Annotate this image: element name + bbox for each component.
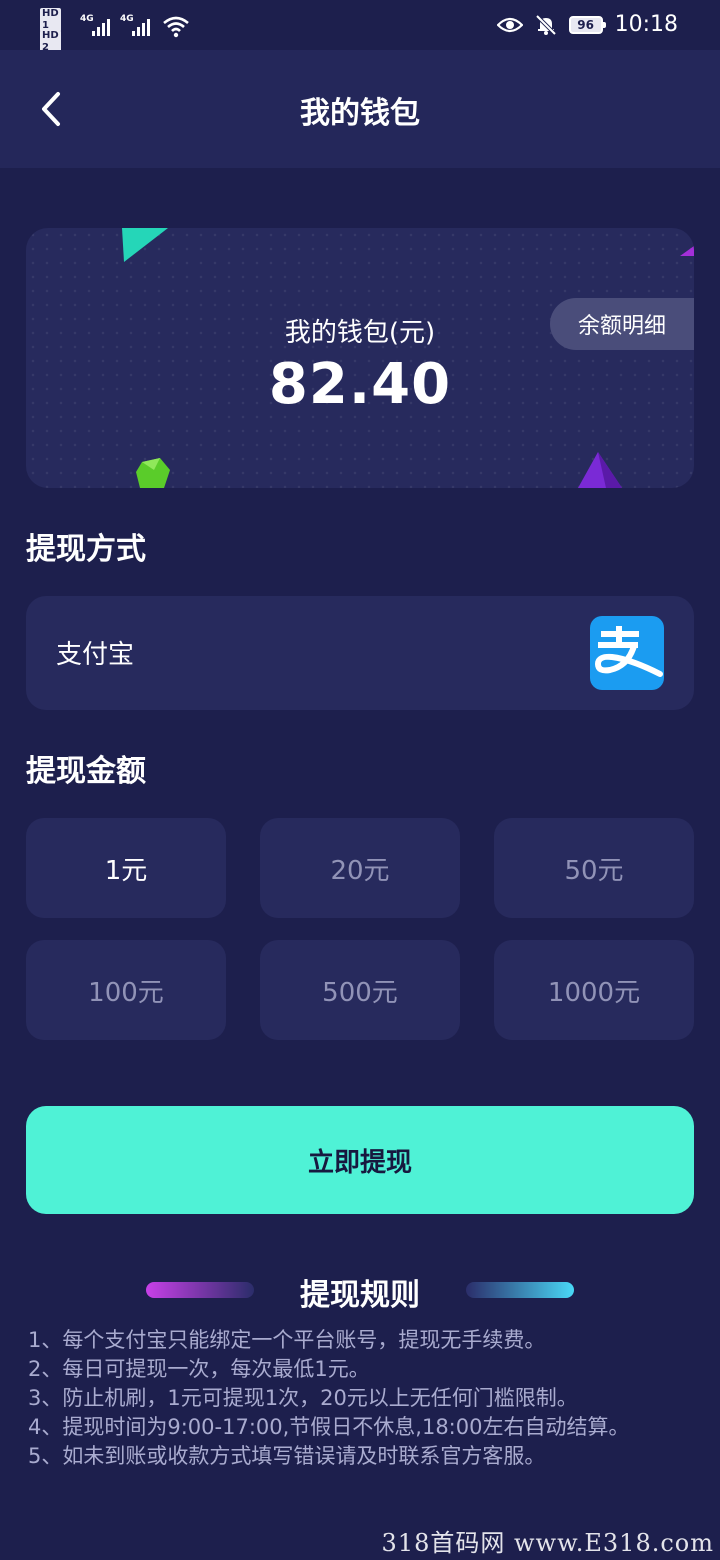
status-right: 96 10:18: [496, 12, 678, 37]
rule-item: 1、每个支付宝只能绑定一个平台账号，提现无手续费。: [28, 1328, 546, 1352]
eye-icon: [496, 17, 523, 32]
teal-triangle-decoration: [122, 228, 168, 262]
withdraw-now-button[interactable]: 立即提现: [26, 1106, 694, 1214]
sim1-badge: HD 1: [40, 8, 61, 32]
rules-title: 提现规则: [300, 1278, 420, 1313]
wallet-card: 我的钱包(元) 82.40 余额明细: [26, 228, 694, 488]
amount-option-1[interactable]: 1元: [26, 818, 226, 918]
withdraw-amount-title: 提现金额: [26, 754, 146, 789]
balance-detail-button[interactable]: 余额明细: [550, 298, 694, 350]
rule-item: 3、防止机刷，1元可提现1次，20元以上无任何门槛限制。: [28, 1386, 578, 1410]
watermark: 318首码网 www.E318.com: [381, 1529, 714, 1557]
rules-list: 1、每个支付宝只能绑定一个平台账号，提现无手续费。 2、每日可提现一次，每次最低…: [28, 1326, 708, 1471]
wifi-icon: [163, 16, 189, 38]
rule-item: 5、如未到账或收款方式填写错误请及时联系官方客服。: [28, 1444, 546, 1468]
battery-indicator: 96: [568, 15, 606, 34]
bell-muted-icon: [535, 14, 557, 35]
alipay-icon: [590, 616, 664, 690]
rule-item: 4、提现时间为9:00-17:00,节假日不休息,18:00左右自动结算。: [28, 1415, 630, 1439]
wallet-balance: 82.40: [268, 352, 452, 417]
status-bar: HD 1 HD 2 4G 4G 96 10:18: [0, 0, 720, 54]
green-gem-decoration: [136, 458, 170, 488]
page-title: 我的钱包: [300, 96, 420, 131]
withdraw-method-title: 提现方式: [26, 532, 146, 567]
amount-option-1000[interactable]: 1000元: [494, 940, 694, 1040]
purple-pyramid-decoration: [578, 452, 622, 488]
amount-option-500[interactable]: 500元: [260, 940, 460, 1040]
signal1-icon: [92, 18, 110, 36]
status-time: 10:18: [614, 12, 678, 37]
rule-item: 2、每日可提现一次，每次最低1元。: [28, 1357, 370, 1381]
amount-option-50[interactable]: 50元: [494, 818, 694, 918]
withdraw-method-row[interactable]: 支付宝: [26, 596, 694, 710]
amount-option-100[interactable]: 100元: [26, 940, 226, 1040]
amount-option-20[interactable]: 20元: [260, 818, 460, 918]
withdraw-method-label: 支付宝: [56, 640, 135, 670]
app-header: 我的钱包: [0, 50, 720, 168]
purple-shard-decoration: [680, 246, 694, 256]
signal2-icon: [132, 18, 150, 36]
rules-title-right-bar: [466, 1282, 574, 1298]
